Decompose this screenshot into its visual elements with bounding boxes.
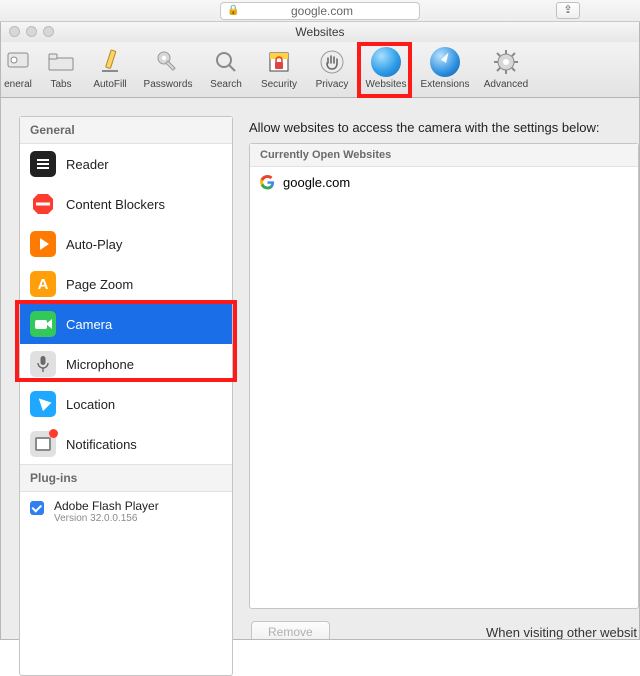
lock-icon: 🔒 [227,5,239,16]
toolbar-label: Privacy [316,79,349,90]
main-panel: Allow websites to access the camera with… [249,116,639,639]
sidebar-item-autoplay[interactable]: Auto-Play [20,224,232,264]
website-name: google.com [283,175,350,190]
play-icon [30,231,56,257]
toolbar-security[interactable]: Security [255,45,303,90]
sidebar-item-content-blockers[interactable]: Content Blockers [20,184,232,224]
key-icon [153,47,183,77]
toolbar-label: Security [261,79,297,90]
toolbar-label: Search [210,79,242,90]
content-area: General Reader Content Blockers Auto-Pla… [1,98,639,639]
sidebar-item-label: Auto-Play [66,237,122,252]
toolbar-label: Tabs [50,79,71,90]
website-row[interactable]: google.com [250,167,638,198]
sidebar-item-label: Microphone [66,357,134,372]
toolbar-label: eneral [4,79,32,90]
tabs-icon [46,47,76,77]
sidebar-item-notifications[interactable]: Notifications [20,424,232,464]
notification-icon [30,431,56,457]
zoom-icon: A [30,271,56,297]
toolbar-general[interactable]: eneral [1,45,35,90]
block-icon [30,191,56,217]
sidebar-item-microphone[interactable]: Microphone [20,344,232,384]
websites-list: Currently Open Websites google.com [249,143,639,609]
toolbar-extensions[interactable]: Extensions [417,45,473,90]
toolbar-tabs[interactable]: Tabs [41,45,81,90]
toolbar-label: Passwords [144,79,193,90]
switch-icon [3,47,33,77]
google-favicon-icon [260,175,275,190]
sidebar-section-general: General [20,117,232,144]
toolbar-label: Extensions [421,79,470,90]
plugin-version: Version 32.0.0.156 [54,513,159,524]
pencil-icon [95,47,125,77]
sidebar-item-reader[interactable]: Reader [20,144,232,184]
toolbar-websites[interactable]: Websites [361,45,411,90]
footer-hint: When visiting other websit [486,625,637,640]
plugin-name: Adobe Flash Player [54,499,159,513]
sidebar-item-location[interactable]: Location [20,384,232,424]
sidebar-item-label: Camera [66,317,112,332]
location-icon [30,391,56,417]
preferences-window: Websites eneral Tabs AutoFill Passwords [0,22,640,640]
sidebar-item-label: Content Blockers [66,197,165,212]
browser-address-strip: 🔒 google.com ⇪ [0,0,640,22]
toolbar-label: Advanced [484,79,528,90]
list-header: Currently Open Websites [250,144,638,167]
traffic-lights[interactable] [9,26,54,37]
sidebar-item-label: Reader [66,157,109,172]
toolbar-passwords[interactable]: Passwords [139,45,197,90]
reader-icon [30,151,56,177]
toolbar-label: Websites [366,79,407,90]
toolbar-label: AutoFill [93,79,126,90]
address-url: google.com [291,4,353,18]
microphone-icon [30,351,56,377]
toolbar-advanced[interactable]: Advanced [479,45,533,90]
settings-sidebar: General Reader Content Blockers Auto-Pla… [19,116,233,676]
globe-icon [371,47,401,77]
compass-icon [430,47,460,77]
hand-icon [317,47,347,77]
security-icon [264,47,294,77]
main-footer: Remove When visiting other websit [249,609,639,639]
sidebar-item-pagezoom[interactable]: A Page Zoom [20,264,232,304]
toolbar-search[interactable]: Search [203,45,249,90]
sidebar-section-plugins: Plug-ins [20,464,232,492]
window-titlebar: Websites [1,22,639,42]
sidebar-item-camera[interactable]: Camera [20,304,232,344]
plugin-checkbox[interactable] [30,501,44,515]
sidebar-item-label: Location [66,397,115,412]
camera-icon [30,311,56,337]
toolbar-autofill[interactable]: AutoFill [87,45,133,90]
sidebar-item-label: Page Zoom [66,277,133,292]
share-button[interactable]: ⇪ [556,2,580,19]
address-bar[interactable]: 🔒 google.com [220,2,420,20]
search-icon [211,47,241,77]
gear-icon [491,47,521,77]
remove-button[interactable]: Remove [251,621,330,639]
main-heading: Allow websites to access the camera with… [249,116,639,143]
sidebar-item-label: Notifications [66,437,137,452]
window-title: Websites [295,25,344,39]
preferences-toolbar: eneral Tabs AutoFill Passwords Search [1,42,639,98]
plugin-row[interactable]: Adobe Flash Player Version 32.0.0.156 [20,492,232,531]
toolbar-privacy[interactable]: Privacy [309,45,355,90]
